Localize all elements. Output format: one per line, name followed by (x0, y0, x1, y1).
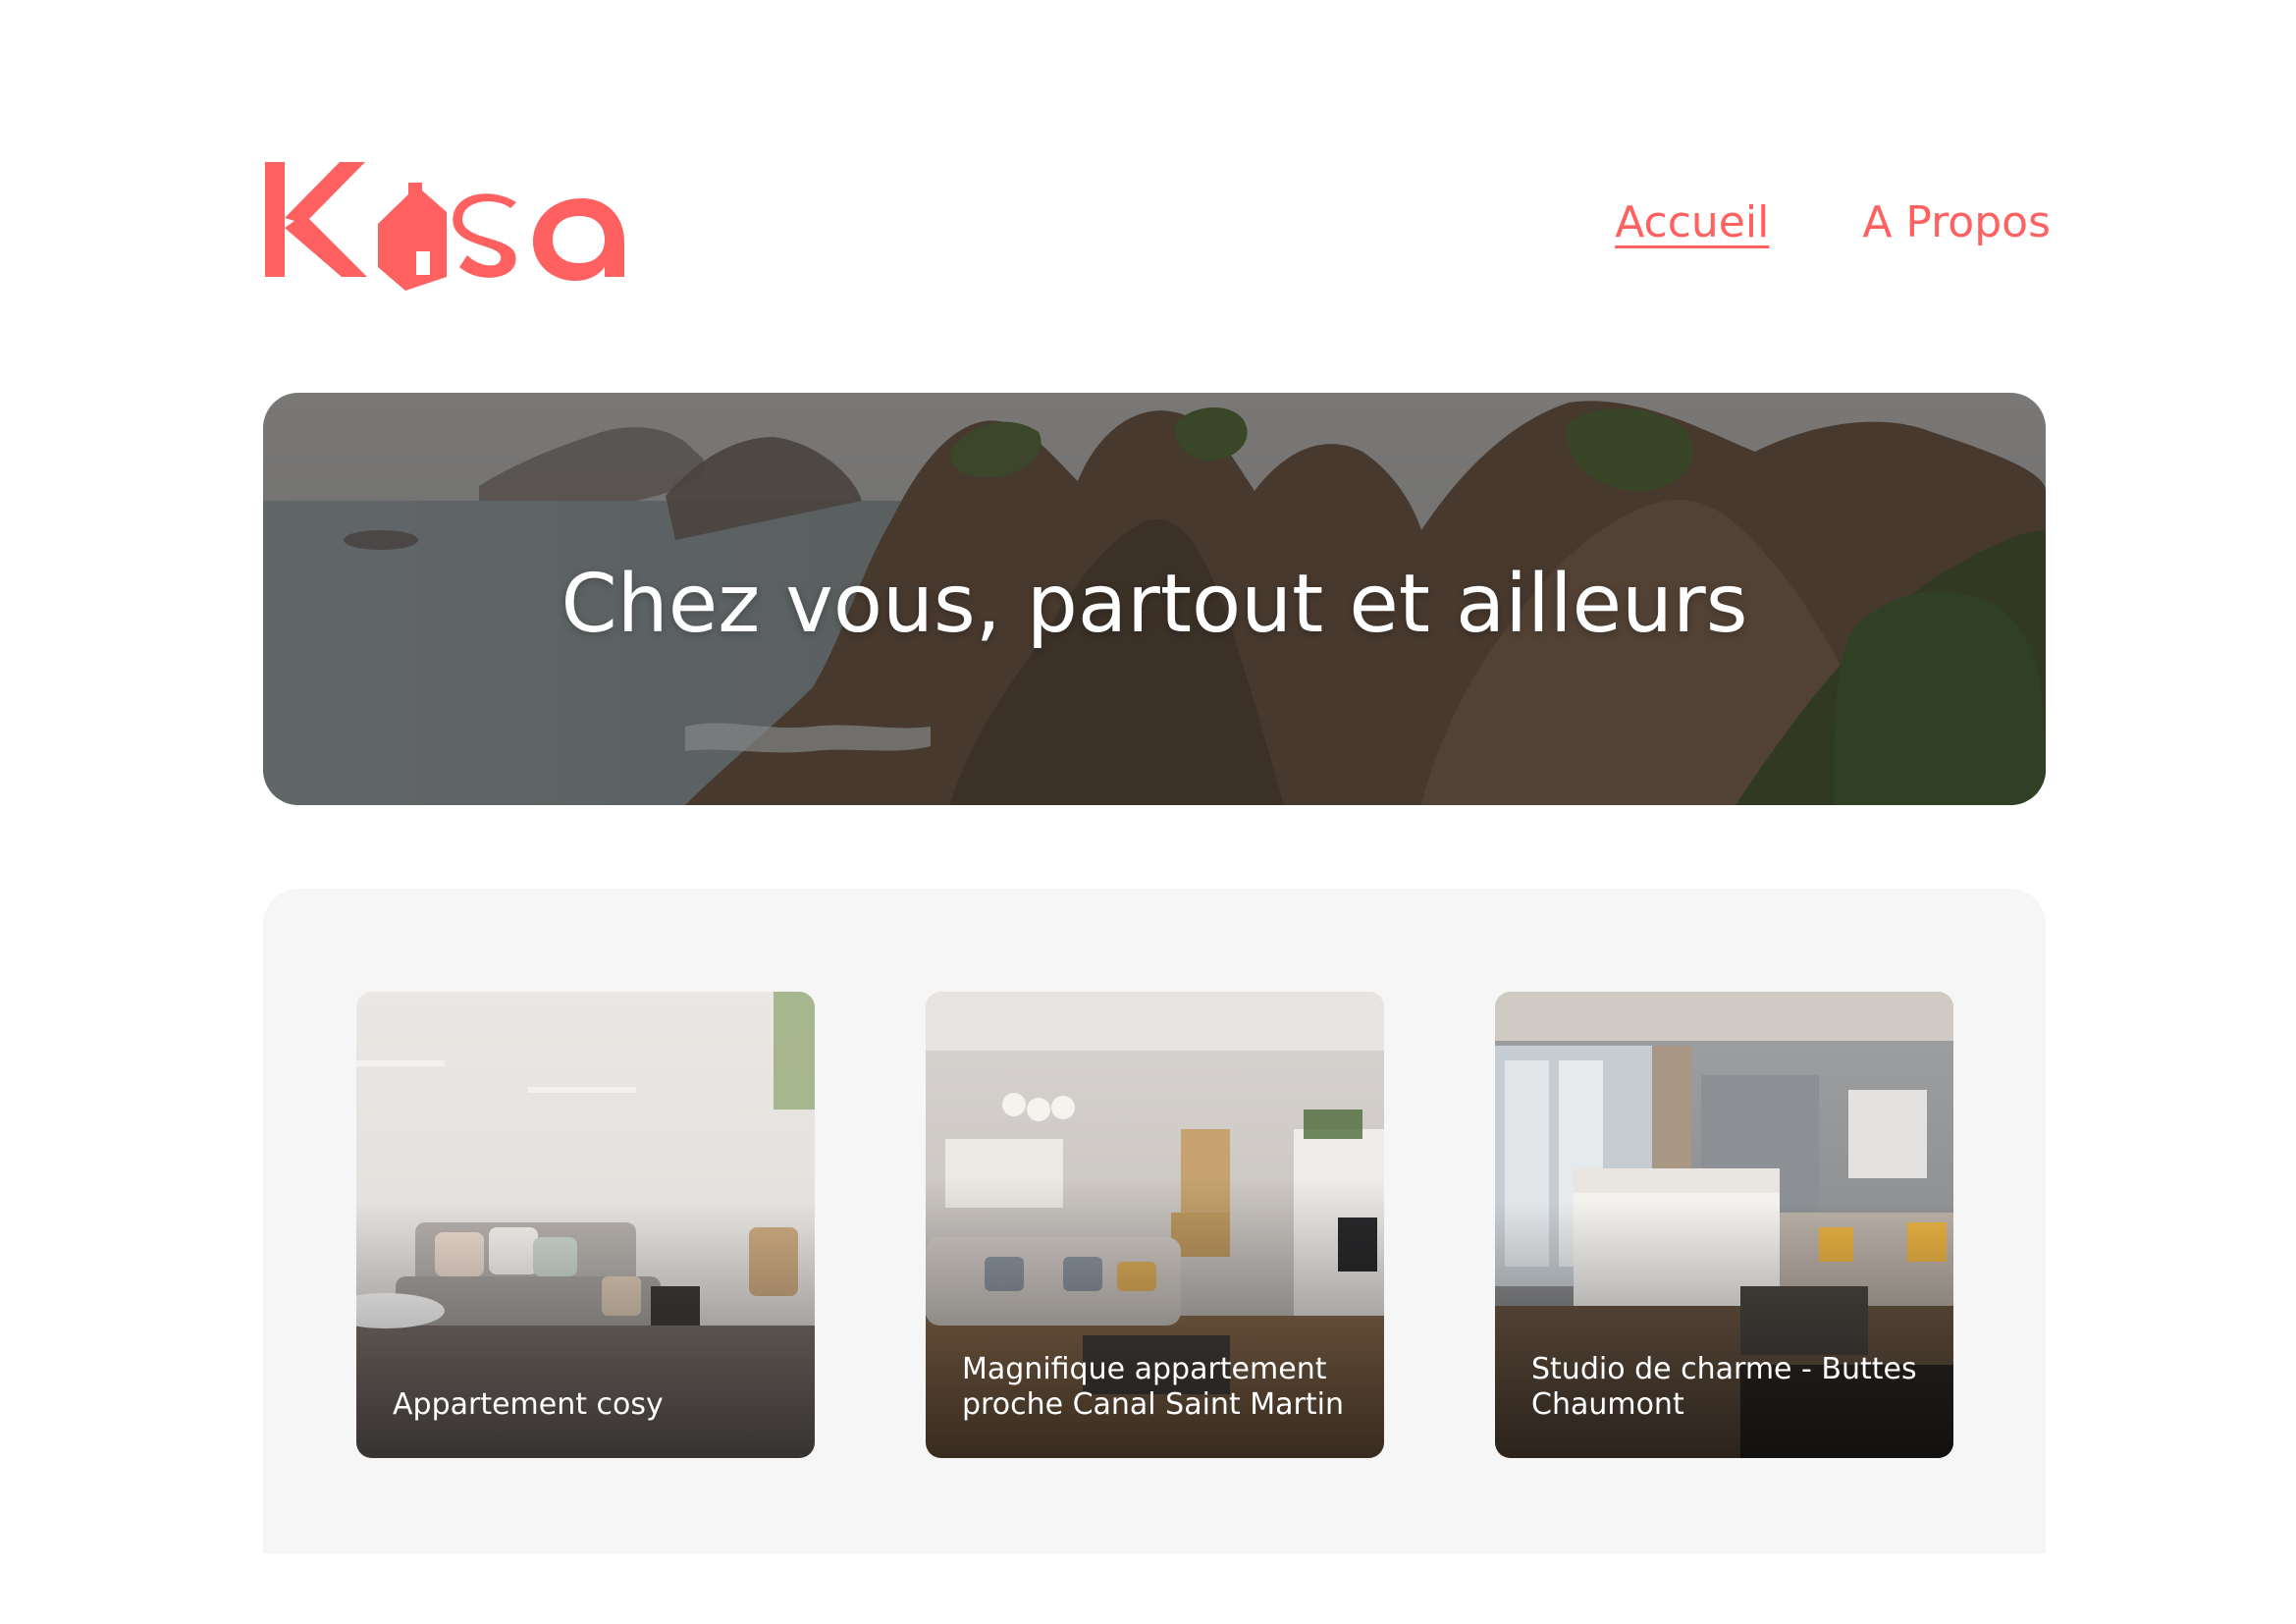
banner-title: Chez vous, partout et ailleurs (561, 557, 1748, 651)
kasa-logo-graphic (265, 162, 624, 291)
listing-card[interactable]: Appartement cosy (356, 992, 815, 1458)
listing-card[interactable]: Studio de charme - Buttes Chaumont (1495, 992, 1953, 1458)
listing-title: Appartement cosy (393, 1387, 664, 1422)
main-nav: Accueil A Propos (1615, 201, 2051, 244)
kasa-logo[interactable] (263, 157, 661, 295)
hero-banner: Chez vous, partout et ailleurs (263, 393, 2046, 805)
listing-title: Studio de charme - Buttes Chaumont (1531, 1352, 1917, 1422)
nav-link-accueil[interactable]: Accueil (1615, 201, 1769, 244)
listing-card[interactable]: Magnifique appartement proche Canal Sain… (926, 992, 1384, 1458)
listings-gallery: Appartement cosy Magnifique appartement … (263, 889, 2046, 1553)
listing-title: Magnifique appartement proche Canal Sain… (962, 1352, 1344, 1422)
nav-link-a-propos[interactable]: A Propos (1862, 201, 2051, 244)
